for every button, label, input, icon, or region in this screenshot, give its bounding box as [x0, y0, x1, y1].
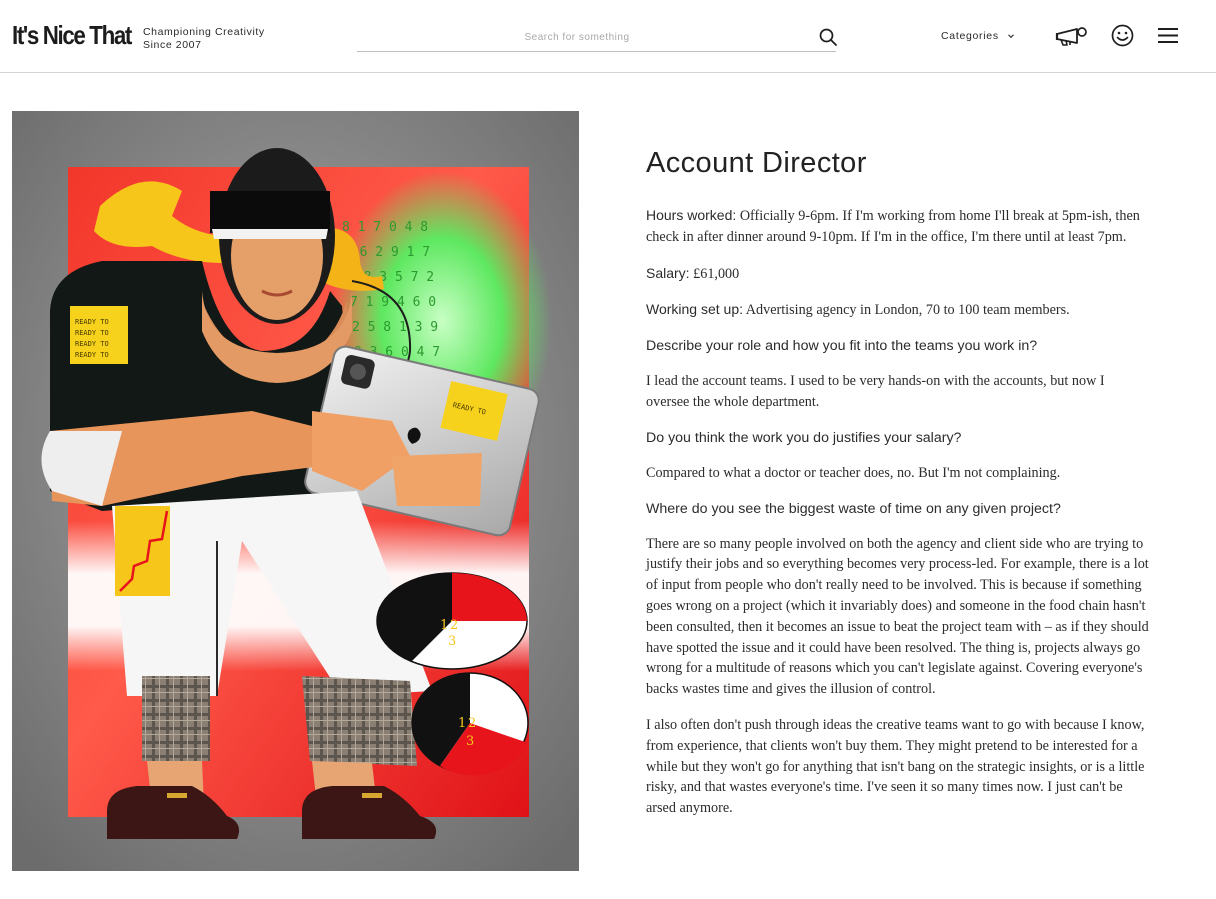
site-header: It's Nice That Championing Creativity Si…	[0, 0, 1216, 73]
fact-working-setup: Working set up: Advertising agency in Lo…	[646, 299, 1151, 321]
answer-3: There are so many people involved on bot…	[646, 535, 1149, 698]
fact-hours-worked: Hours worked: Officially 9-6pm. If I'm w…	[646, 205, 1151, 248]
svg-text:7 1 9 4 6 0: 7 1 9 4 6 0	[350, 295, 436, 310]
chevron-down-icon	[1008, 34, 1015, 39]
pie1-label-2: 2	[450, 618, 458, 633]
article-body: Account Director Hours worked: Officiall…	[646, 146, 1151, 834]
fact-value: Advertising agency in London, 70 to 100 …	[743, 302, 1070, 319]
question-2: Do you think the work you do justifies y…	[646, 429, 962, 446]
categories-label: Categories	[941, 30, 999, 42]
answer-3-continued: I also often don't push through ideas th…	[646, 716, 1145, 817]
fact-label: Working set up:	[646, 301, 744, 318]
site-logo[interactable]: It's Nice That	[12, 20, 132, 51]
smiley-icon[interactable]	[1111, 24, 1134, 47]
fact-salary: Salary: £61,000	[646, 263, 1151, 285]
hero-illustration: 8 1 7 0 4 8 4 6 2 9 1 7 0 8 3 5 7 2 7 1 …	[12, 111, 579, 871]
search-icon[interactable]	[818, 27, 838, 47]
categories-dropdown[interactable]: Categories	[941, 30, 1015, 42]
fact-label: Salary:	[646, 264, 690, 281]
pie2-label-3: 3	[466, 734, 474, 749]
article-title: Account Director	[646, 147, 867, 179]
tagline-line-2: Since 2007	[143, 39, 202, 51]
hamburger-menu-icon[interactable]	[1157, 27, 1179, 44]
question-1: Describe your role and how you fit into …	[646, 338, 1038, 355]
fact-label: Hours worked:	[646, 207, 737, 223]
pie2-label-1: 1	[458, 716, 466, 731]
site-tagline: Championing Creativity Since 2007	[143, 26, 265, 52]
sticky-note-text-4: READY TO	[75, 351, 109, 359]
answer-2: Compared to what a doctor or teacher doe…	[646, 464, 1061, 481]
svg-text:8 1 7 0 4 8: 8 1 7 0 4 8	[342, 220, 428, 235]
fact-value: £61,000	[689, 265, 740, 282]
question-3: Where do you see the biggest waste of ti…	[646, 500, 1061, 517]
pie2-label-2: 2	[468, 716, 476, 731]
search-input[interactable]	[357, 26, 797, 48]
sticky-note-text-1: READY TO	[75, 318, 109, 326]
pie1-label-1: 1	[440, 618, 448, 633]
tagline-line-1: Championing Creativity	[143, 26, 265, 38]
answer-1: I lead the account teams. I used to be v…	[646, 373, 1105, 410]
collage-illustration: 8 1 7 0 4 8 4 6 2 9 1 7 0 8 3 5 7 2 7 1 …	[12, 111, 579, 871]
sticky-note-text-2: READY TO	[75, 329, 109, 337]
svg-text:2 5 8 1 3 9: 2 5 8 1 3 9	[352, 320, 438, 335]
megaphone-icon[interactable]	[1055, 25, 1088, 47]
sticky-note-text-3: READY TO	[75, 340, 109, 348]
pie1-label-3: 3	[448, 634, 456, 649]
search-bar	[357, 22, 838, 52]
